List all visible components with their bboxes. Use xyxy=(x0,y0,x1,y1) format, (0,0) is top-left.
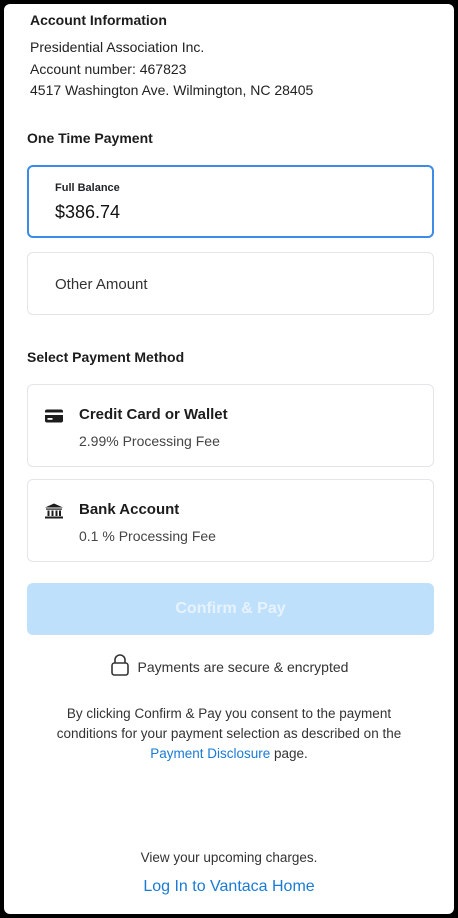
bank-account-title: Bank Account xyxy=(79,501,180,518)
full-balance-label: Full Balance xyxy=(55,182,120,194)
other-amount-option[interactable]: Other Amount xyxy=(27,252,434,315)
credit-card-fee: 2.99% Processing Fee xyxy=(79,433,220,449)
payment-disclosure-link[interactable]: Payment Disclosure xyxy=(150,746,270,761)
bank-icon xyxy=(44,503,64,519)
other-amount-label: Other Amount xyxy=(55,276,148,293)
payment-method-heading: Select Payment Method xyxy=(27,349,185,365)
login-link[interactable]: Log In to Vantaca Home xyxy=(4,878,454,896)
lock-icon xyxy=(110,654,130,679)
account-number: Account number: 467823 xyxy=(30,61,187,77)
credit-card-title: Credit Card or Wallet xyxy=(79,406,228,423)
secure-note: Payments are secure & encrypted xyxy=(4,654,454,679)
secure-text: Payments are secure & encrypted xyxy=(137,658,349,675)
account-name: Presidential Association Inc. xyxy=(30,39,205,55)
consent-text-after: page. xyxy=(270,746,308,761)
full-balance-amount: $386.74 xyxy=(55,202,121,222)
upcoming-charges-text: View your upcoming charges. xyxy=(140,850,318,865)
consent-text: By clicking Confirm & Pay you consent to… xyxy=(44,704,414,764)
bank-account-fee: 0.1 % Processing Fee xyxy=(79,528,216,544)
confirm-pay-button[interactable]: Confirm & Pay xyxy=(27,583,434,635)
bank-account-option[interactable]: Bank Account 0.1 % Processing Fee xyxy=(27,479,434,562)
credit-card-option[interactable]: Credit Card or Wallet 2.99% Processing F… xyxy=(27,384,434,467)
account-info-heading: Account Information xyxy=(30,12,167,28)
consent-text-before: By clicking Confirm & Pay you consent to… xyxy=(56,706,402,741)
payment-page: Account Information Presidential Associa… xyxy=(4,4,454,914)
one-time-payment-heading: One Time Payment xyxy=(27,130,153,146)
full-balance-option[interactable]: Full Balance $386.74 xyxy=(27,165,434,238)
account-address: 4517 Washington Ave. Wilmington, NC 2840… xyxy=(30,82,314,98)
credit-card-icon xyxy=(44,408,64,424)
